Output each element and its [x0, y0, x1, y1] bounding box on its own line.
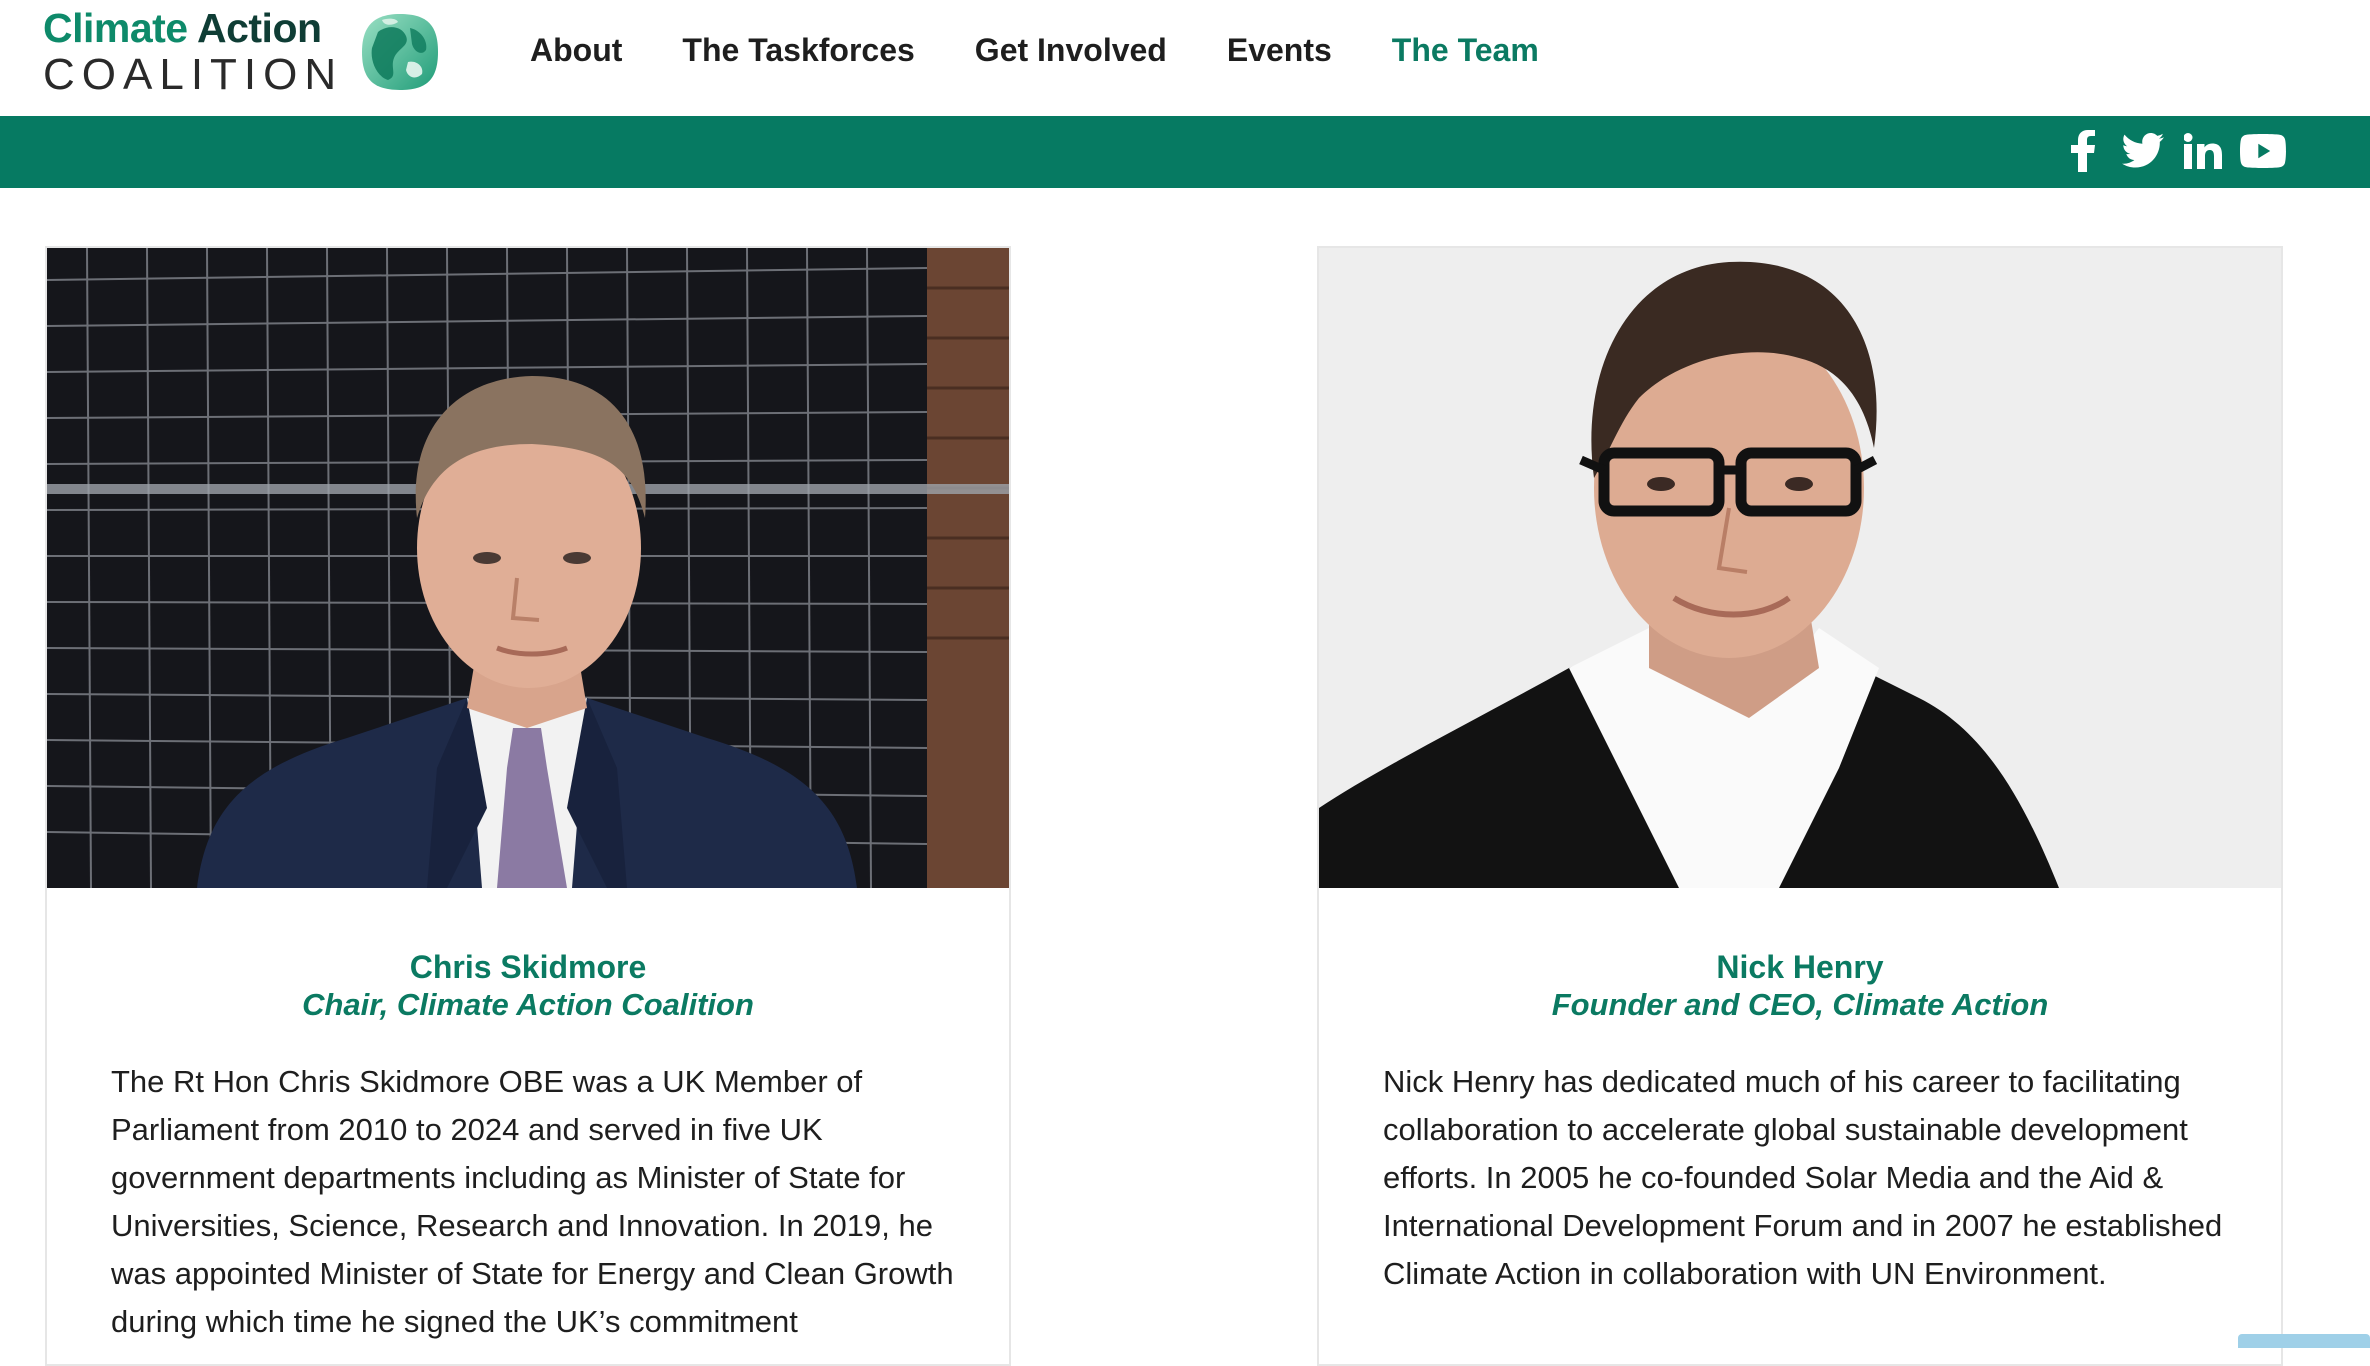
facebook-icon[interactable]	[2058, 126, 2108, 176]
team-member-name: Nick Henry	[1716, 949, 1884, 985]
nav-about[interactable]: About	[530, 24, 622, 76]
youtube-icon[interactable]	[2238, 126, 2288, 176]
nav-get-involved[interactable]: Get Involved	[975, 24, 1167, 76]
social-links	[2048, 126, 2288, 176]
team-card: Nick Henry Founder and CEO, Climate Acti…	[1317, 246, 2283, 1366]
twitter-icon[interactable]	[2118, 126, 2168, 176]
site-logo[interactable]: Climate Action COALITION	[43, 6, 443, 99]
site-header: Climate Action COALITION About The Taskf…	[0, 0, 2370, 116]
logo-title: Climate Action	[43, 6, 322, 50]
team-member-photo	[1319, 248, 2281, 888]
globe-logo-icon	[358, 10, 442, 94]
scroll-to-top-tab[interactable]	[2238, 1334, 2370, 1348]
team-member-name: Chris Skidmore	[409, 949, 647, 985]
logo-word-action: Action	[196, 5, 322, 51]
logo-word-climate: Climate	[43, 5, 188, 51]
team-member-bio: Nick Henry has dedicated much of his car…	[1383, 1064, 2223, 1291]
team-member-role: Chair, Climate Action Coalition	[302, 987, 754, 1022]
logo-subtitle: COALITION	[43, 50, 344, 99]
team-member-photo	[47, 248, 1009, 888]
team-member-bio: The Rt Hon Chris Skidmore OBE was a UK M…	[111, 1064, 954, 1339]
team-member-role: Founder and CEO, Climate Action	[1551, 987, 2049, 1022]
nav-taskforces[interactable]: The Taskforces	[682, 24, 914, 76]
main-nav: About The Taskforces Get Involved Events…	[530, 24, 1599, 76]
nav-the-team[interactable]: The Team	[1392, 24, 1539, 76]
linkedin-icon[interactable]	[2178, 126, 2228, 176]
social-bar	[0, 116, 2370, 188]
nav-events[interactable]: Events	[1227, 24, 1332, 76]
team-card: Chris Skidmore Chair, Climate Action Coa…	[45, 246, 1011, 1366]
